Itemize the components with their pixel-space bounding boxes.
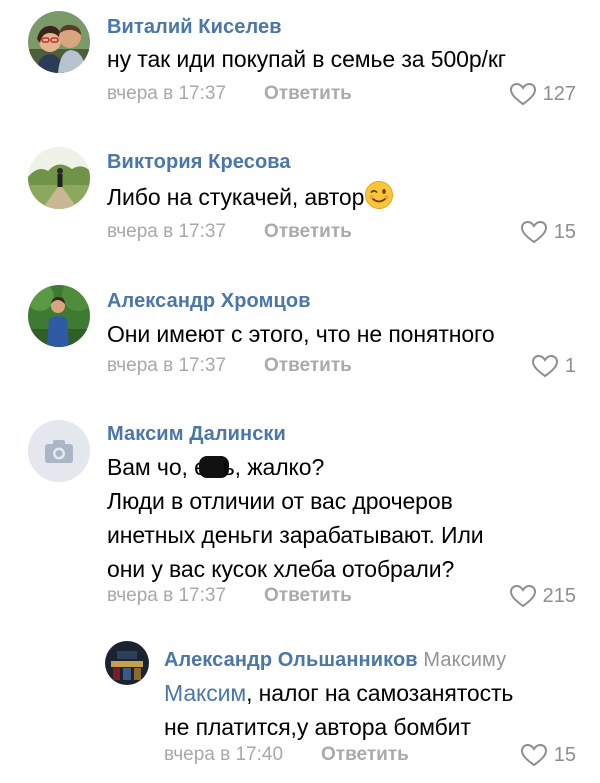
- comment-text-line: Они имеют с этого, что не понятного: [107, 321, 495, 347]
- avatar[interactable]: [28, 11, 90, 73]
- reply-button[interactable]: Ответить: [264, 83, 352, 105]
- comment-text-line: инетных деньги зарабатывают. Или: [107, 522, 484, 548]
- comment-text-line: ну так иди покупай в семье за 500р/кг: [107, 46, 507, 72]
- winking-face-icon: [365, 181, 394, 209]
- comment-text: Они имеют с этого, что не понятного: [107, 317, 495, 351]
- like-count: 15: [553, 220, 576, 243]
- comment-time: вчера в 17:37: [107, 221, 227, 242]
- reply-to-label[interactable]: Максиму: [423, 649, 506, 671]
- like-count: 1: [564, 354, 576, 377]
- like-count: 15: [553, 743, 576, 766]
- comment-text: Максим, налог на самозанятость не платит…: [164, 676, 513, 744]
- comment-text-fragment: , налог на самозанятость: [246, 680, 514, 706]
- reply-comment: Александр Ольшанников Максиму Максим, на…: [0, 635, 600, 783]
- comment: Виталий Киселев ну так иди покупай в сем…: [0, 0, 600, 130]
- comment-text-line: не платится,у автора бомбит: [164, 714, 471, 740]
- like-button[interactable]: 15: [520, 743, 576, 767]
- avatar[interactable]: [28, 420, 90, 482]
- heart-icon: [531, 354, 558, 378]
- comment-text-line: Либо на стукачей, автор: [107, 180, 394, 214]
- comment-text-fragment: Вам чо, е: [107, 454, 207, 480]
- camera-placeholder-icon: [28, 420, 90, 482]
- comment: Александр Хромцов Они имеют с этого, что…: [0, 270, 600, 410]
- comment-time: вчера в 17:37: [107, 355, 227, 376]
- comment: Виктория Кресова Либо на стукачей, автор…: [0, 130, 600, 270]
- comment-time: вчера в 17:40: [164, 744, 284, 765]
- heart-icon: [520, 220, 547, 244]
- reply-button[interactable]: Ответить: [321, 744, 409, 766]
- reply-button[interactable]: Ответить: [264, 585, 352, 607]
- comment-text-content: Либо на стукачей, автор: [107, 184, 365, 210]
- author-link[interactable]: Александр Ольшанников: [164, 649, 418, 671]
- comment-text-fragment: ь, жалко?: [222, 454, 325, 480]
- reply-button[interactable]: Ответить: [264, 221, 352, 243]
- like-button[interactable]: 127: [509, 82, 576, 106]
- comment-text-line: они у вас кусок хлеба отобрали?: [107, 556, 455, 582]
- comment-text: ну так иди покупай в семье за 500р/кг: [107, 42, 506, 76]
- comment-text-line: Люди в отличии от вас дрочеров: [107, 488, 453, 514]
- author-name[interactable]: Виталий Киселев: [107, 16, 282, 39]
- avatar[interactable]: [28, 285, 90, 347]
- mention-link[interactable]: Максим: [164, 680, 246, 706]
- author-name[interactable]: Виктория Кресова: [107, 151, 291, 174]
- avatar[interactable]: [105, 641, 149, 685]
- like-button[interactable]: 215: [509, 584, 576, 608]
- author-name: Александр Ольшанников Максиму: [164, 649, 506, 672]
- like-button[interactable]: 1: [531, 354, 576, 378]
- heart-icon: [509, 82, 536, 106]
- comment-text: Вам чо, е ь, жалко? Люди в отличии от вас…: [107, 450, 484, 586]
- comment-text-line: Вам чо, е ь, жалко?: [107, 450, 484, 484]
- comment-text-line: Максим, налог на самозанятость: [164, 676, 513, 710]
- heart-icon: [509, 584, 536, 608]
- avatar[interactable]: [28, 147, 90, 209]
- author-name[interactable]: Максим Далински: [107, 423, 286, 446]
- comment-time: вчера в 17:37: [107, 83, 227, 104]
- like-count: 127: [542, 82, 576, 105]
- comment-time: вчера в 17:37: [107, 585, 227, 606]
- heart-icon: [520, 743, 547, 767]
- comment-text: Либо на стукачей, автор: [107, 180, 394, 214]
- reply-button[interactable]: Ответить: [264, 355, 352, 377]
- like-count: 215: [542, 584, 576, 607]
- like-button[interactable]: 15: [520, 220, 576, 244]
- comment: Максим Далински Вам чо, е ь, жалко? Люди …: [0, 410, 600, 635]
- author-name[interactable]: Александр Хромцов: [107, 290, 311, 313]
